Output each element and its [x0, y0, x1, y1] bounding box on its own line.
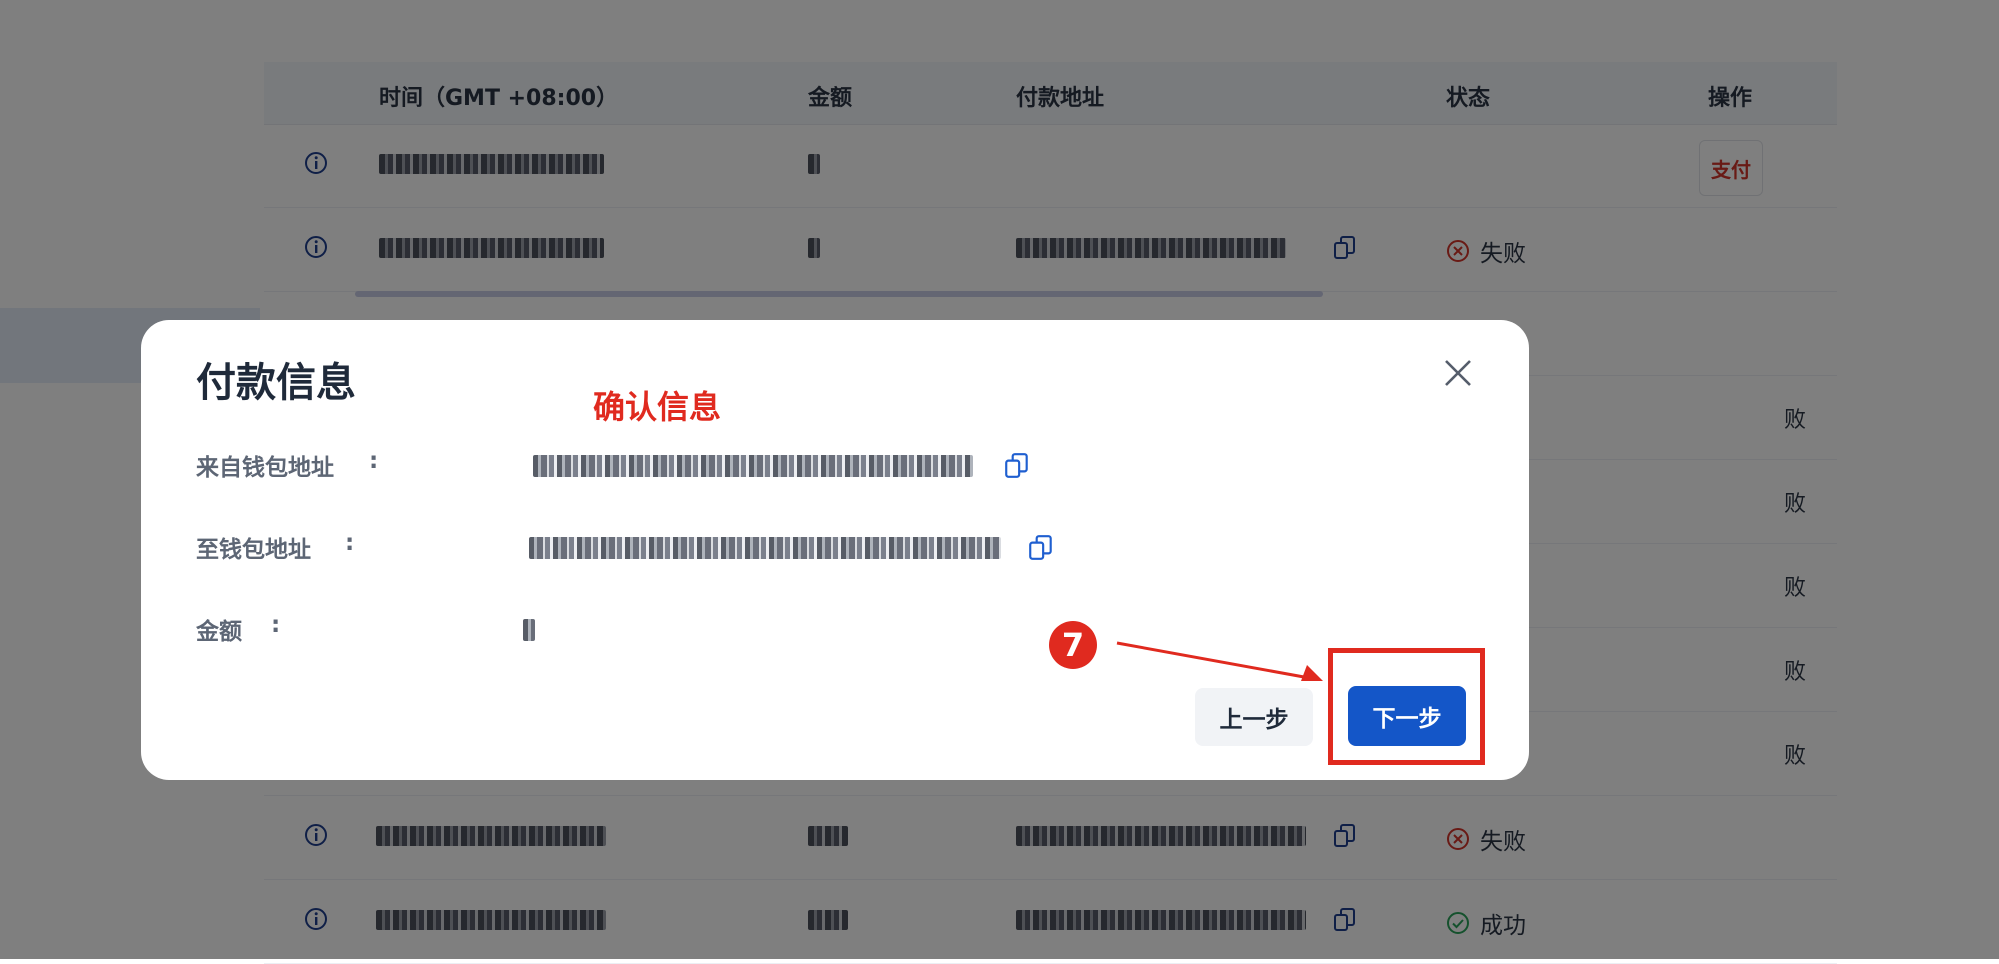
- field-colon: :: [369, 448, 379, 474]
- copy-icon[interactable]: [1003, 452, 1031, 480]
- copy-icon[interactable]: [1027, 534, 1055, 562]
- to-address-label: 至钱包地址: [196, 537, 311, 563]
- payment-info-dialog: 付款信息 确认信息 来自钱包地址 : 至钱包地址 : 金额 : 上一步 下一步: [141, 320, 1529, 780]
- from-address-label: 来自钱包地址: [196, 455, 334, 481]
- previous-step-button[interactable]: 上一步: [1195, 688, 1313, 746]
- amount-value: [523, 619, 535, 641]
- tutorial-highlight-box: [1328, 648, 1485, 765]
- arrow-icon: [1116, 641, 1323, 681]
- dialog-title: 付款信息: [196, 360, 356, 406]
- annotation-confirm-info: 确认信息: [593, 388, 722, 426]
- field-colon: :: [345, 530, 355, 556]
- close-icon[interactable]: [1441, 356, 1475, 390]
- from-address-value: [533, 455, 973, 477]
- step-number-badge: 7: [1049, 621, 1097, 669]
- field-colon: :: [271, 612, 281, 638]
- to-address-value: [529, 537, 1001, 559]
- amount-label: 金额: [196, 619, 242, 645]
